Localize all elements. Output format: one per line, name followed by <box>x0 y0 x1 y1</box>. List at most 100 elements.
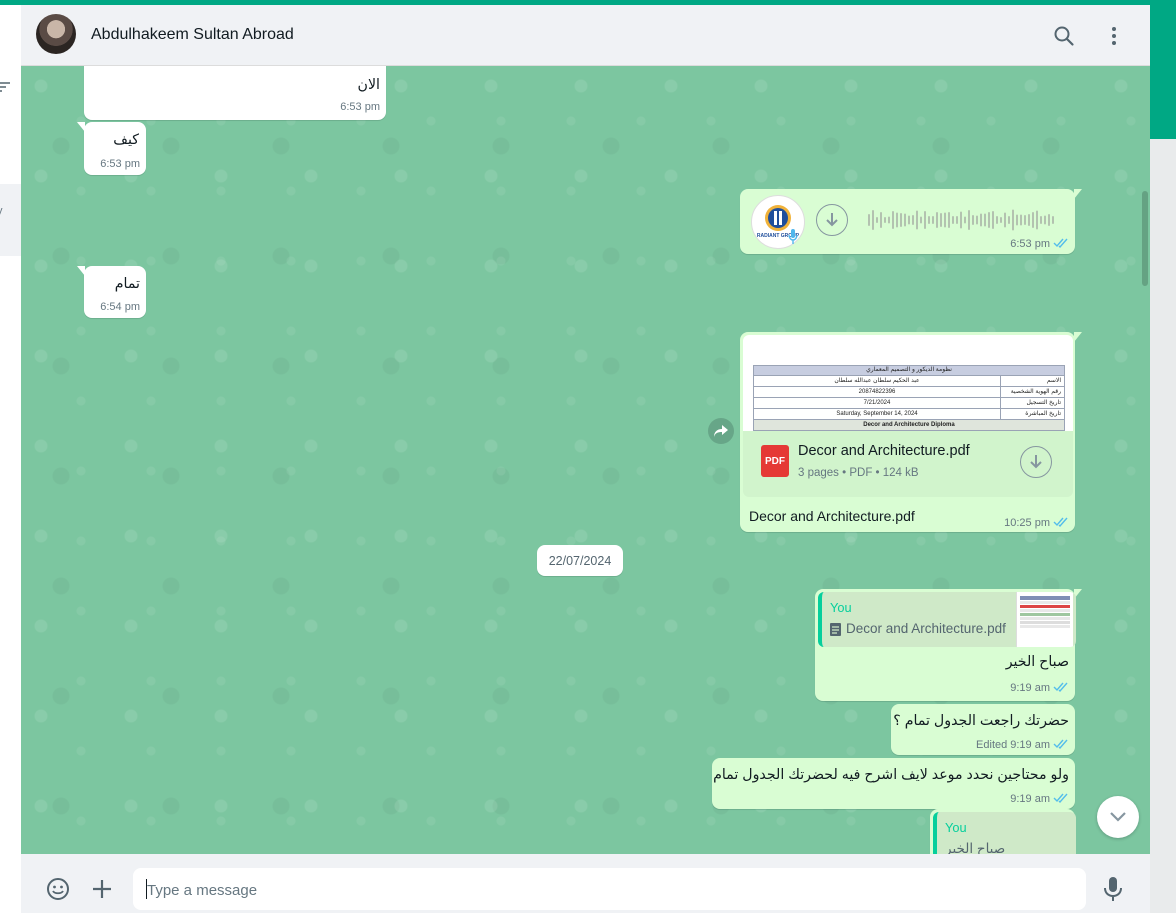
chat-list-snippet: y <box>0 205 3 217</box>
quoted-text: صباح الخير <box>945 841 1006 854</box>
quoted-sender: You <box>830 600 852 615</box>
waveform-bar <box>940 213 942 227</box>
message-time: 6:53 pm <box>340 101 380 113</box>
contact-avatar[interactable] <box>36 14 76 54</box>
document-preview[interactable]: نظومة الديكور و التصميم المعماري عبد الح… <box>743 335 1073 431</box>
document-icon <box>830 623 841 641</box>
message-meta: 9:19 am <box>1010 681 1069 695</box>
outgoing-message[interactable]: حضرتك راجعت الجدول تمام ؟ Edited 9:19 am <box>891 704 1075 755</box>
waveform-bar <box>924 211 926 229</box>
incoming-message[interactable]: الان 6:53 pm <box>84 66 386 120</box>
outgoing-voice-message[interactable]: RADIANT GROUP 6:53 pm <box>740 189 1082 254</box>
message-text: تمام <box>114 276 140 292</box>
download-document-button[interactable] <box>1020 446 1052 478</box>
search-icon[interactable] <box>1052 24 1076 48</box>
quoted-document-thumbnail <box>1016 592 1073 647</box>
preview-heading: نظومة الديكور و التصميم المعماري <box>754 366 1064 375</box>
preview-row: 20874822396 رقم الهوية الشخصية <box>754 386 1064 397</box>
microphone-icon[interactable] <box>1103 876 1123 907</box>
waveform-bar <box>964 216 966 224</box>
text-cursor <box>146 879 147 899</box>
preview-table: نظومة الديكور و التصميم المعماري عبد الح… <box>753 365 1065 431</box>
voice-waveform[interactable] <box>868 207 1058 238</box>
outgoing-reply-message[interactable]: You Decor and Architecture.pdf صباح الخي… <box>815 589 1082 701</box>
preview-row-value: 7/21/2024 <box>863 400 891 406</box>
bubble-tail <box>1074 189 1082 199</box>
incoming-message[interactable]: كيف 6:53 pm <box>77 122 146 175</box>
quoted-sender: You <box>945 820 967 835</box>
message-input[interactable] <box>145 868 1069 912</box>
waveform-bar <box>912 215 914 225</box>
waveform-bar <box>960 211 962 229</box>
waveform-bar <box>1020 214 1022 226</box>
waveform-bar <box>928 216 930 224</box>
message-time: 6:53 pm <box>100 158 140 170</box>
waveform-bar <box>948 212 950 228</box>
read-receipt-icon <box>1053 237 1069 251</box>
download-voice-button[interactable] <box>816 204 848 236</box>
waveform-bar <box>976 215 978 225</box>
forward-icon[interactable] <box>708 418 734 444</box>
waveform-bar <box>972 215 974 225</box>
preview-row-value: Saturday, September 14, 2024 <box>836 411 918 417</box>
waveform-bar <box>952 216 954 224</box>
waveform-bar <box>932 216 934 224</box>
outgoing-message[interactable]: ولو محتاجين نحدد موعد لايف اشرح فيه لحضر… <box>712 758 1075 809</box>
waveform-bar <box>1052 216 1054 224</box>
menu-icon[interactable] <box>1102 24 1126 48</box>
incoming-message[interactable]: تمام 6:54 pm <box>77 266 146 318</box>
outgoing-reply-message[interactable]: You صباح الخير <box>930 809 1076 854</box>
right-accent-strip <box>1150 5 1176 139</box>
bubble-tail <box>77 266 85 276</box>
waveform-bar <box>916 210 918 230</box>
preview-row-label: رقم الهوية الشخصية <box>1000 387 1064 397</box>
message-time: 9:19 am <box>1010 739 1050 751</box>
conversation-panel: Abdulhakeem Sultan Abroad الان 6:53 pm ك… <box>21 5 1150 913</box>
voice-sender-avatar: RADIANT GROUP <box>751 195 805 249</box>
message-time: 9:19 am <box>1010 682 1050 694</box>
waveform-bar <box>1004 212 1006 228</box>
quoted-message[interactable]: You Decor and Architecture.pdf <box>818 592 1076 647</box>
waveform-bar <box>908 215 910 225</box>
preview-row-value: 20874822396 <box>858 389 896 395</box>
chat-list-item-selected[interactable] <box>0 184 21 256</box>
message-list[interactable]: الان 6:53 pm كيف 6:53 pm RADIANT GROUP 6… <box>21 66 1150 854</box>
waveform-bar <box>1032 212 1034 228</box>
waveform-bar <box>872 210 874 230</box>
message-meta: 6:53 pm <box>1010 237 1069 251</box>
waveform-bar <box>1040 216 1042 224</box>
document-file-row[interactable]: PDF Decor and Architecture.pdf 3 pages •… <box>743 431 1073 497</box>
date-separator: 22/07/2024 <box>537 545 623 576</box>
waveform-bar <box>988 212 990 228</box>
message-time: 6:54 pm <box>100 301 140 313</box>
bubble-tail <box>1074 332 1082 342</box>
edited-label: Edited <box>976 739 1008 751</box>
preview-row: عبد الحكيم سلطان عبدالله سلطان الاسم <box>754 375 1064 386</box>
quoted-text: Decor and Architecture.pdf <box>846 621 1006 636</box>
preview-row-label: الاسم <box>1000 376 1064 386</box>
message-text: كيف <box>113 132 139 148</box>
waveform-bar <box>1036 210 1038 230</box>
read-receipt-icon <box>1053 738 1069 752</box>
message-meta: 10:25 pm <box>1004 516 1069 530</box>
scrollbar-thumb[interactable] <box>1142 191 1148 286</box>
waveform-bar <box>992 211 994 229</box>
chevron-down-icon <box>1110 812 1126 822</box>
preview-row: Saturday, September 14, 2024 تاريخ المباش… <box>754 408 1064 419</box>
preview-section: Decor and Architecture Diploma <box>754 419 1064 430</box>
waveform-bar <box>920 216 922 224</box>
emoji-icon[interactable] <box>46 877 70 906</box>
filter-icon[interactable] <box>0 81 10 95</box>
waveform-bar <box>1012 209 1014 231</box>
scroll-to-bottom-button[interactable] <box>1097 796 1139 838</box>
chat-list-panel: y <box>0 5 22 913</box>
message-input-box[interactable] <box>133 868 1086 912</box>
preview-row: 7/21/2024 تاريخ التسجيل <box>754 397 1064 408</box>
quoted-message[interactable]: You صباح الخير <box>933 812 1076 854</box>
waveform-bar <box>1000 217 1002 223</box>
attach-plus-icon[interactable] <box>91 878 113 905</box>
waveform-bar <box>944 212 946 228</box>
contact-name[interactable]: Abdulhakeem Sultan Abroad <box>91 26 294 44</box>
outgoing-document-message[interactable]: نظومة الديكور و التصميم المعماري عبد الح… <box>740 332 1082 532</box>
conversation-header[interactable]: Abdulhakeem Sultan Abroad <box>21 5 1150 66</box>
